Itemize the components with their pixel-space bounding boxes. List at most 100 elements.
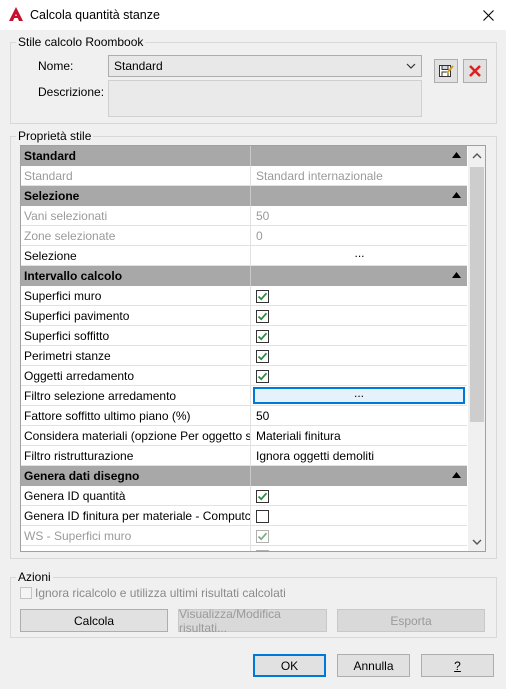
close-button[interactable] <box>470 0 506 30</box>
view-modify-results-button[interactable]: Visualizza/Modifica risultati... <box>178 607 327 635</box>
style-group-title: Stile calcolo Roombook <box>16 35 146 49</box>
property-label: Genera ID finitura per materiale - Compu… <box>21 506 251 526</box>
property-checkbox[interactable] <box>256 529 269 543</box>
property-value[interactable]: Ignora oggetti demoliti <box>252 446 467 466</box>
property-row[interactable]: Superfici muro <box>21 286 467 306</box>
category-row[interactable]: Standard <box>21 146 467 166</box>
property-checkbox-cell[interactable] <box>252 306 467 326</box>
category-row[interactable]: Selezione <box>21 186 467 206</box>
property-checkbox[interactable] <box>256 289 269 303</box>
property-checkbox[interactable] <box>256 309 269 323</box>
property-row[interactable]: Superfici soffitto <box>21 326 467 346</box>
property-checkbox[interactable] <box>256 369 269 383</box>
category-label: Selezione <box>21 186 251 206</box>
scroll-down-icon[interactable] <box>472 538 482 546</box>
property-label: Standard <box>21 166 251 186</box>
name-label: Nome: <box>38 59 74 73</box>
property-row[interactable]: Filtro selezione arredamento... <box>21 386 467 406</box>
property-row[interactable]: Perimetri stanze <box>21 346 467 366</box>
property-value[interactable]: Materiali finitura <box>252 426 467 446</box>
property-label: Filtro ristrutturazione <box>21 446 251 466</box>
property-row[interactable]: Fattore soffitto ultimo piano (%) 50 <box>21 406 467 426</box>
property-checkbox-cell[interactable] <box>252 346 467 366</box>
description-field[interactable] <box>108 80 422 117</box>
property-value: Standard internazionale <box>256 169 383 183</box>
checkmark-icon <box>257 372 268 381</box>
property-row[interactable]: Standard Standard internazionale <box>21 166 467 186</box>
selection-ellipsis-button[interactable]: ... <box>252 246 467 266</box>
property-checkbox-cell[interactable] <box>252 486 467 506</box>
property-checkbox-cell[interactable] <box>252 286 467 306</box>
collapse-triangle-icon[interactable] <box>452 152 461 158</box>
category-row[interactable]: Genera dati disegno <box>21 466 467 486</box>
property-label: Zone selezionate <box>21 226 251 246</box>
category-collapse[interactable] <box>252 146 467 166</box>
property-row[interactable]: Considera materiali (opzione Per oggetto… <box>21 426 467 446</box>
property-row[interactable]: Selezione... <box>21 246 467 266</box>
help-button[interactable]: ? <box>421 654 494 677</box>
property-row[interactable]: Zone selezionate 0 <box>21 226 467 246</box>
property-checkbox[interactable] <box>256 489 269 503</box>
property-row[interactable]: Vani selezionati 50 <box>21 206 467 226</box>
property-checkbox-cell[interactable] <box>252 526 467 546</box>
delete-style-button[interactable] <box>463 59 487 83</box>
save-style-button[interactable] <box>434 59 458 83</box>
furniture-filter-ellipsis-button[interactable]: ... <box>253 387 465 404</box>
property-checkbox-cell[interactable] <box>252 506 467 526</box>
property-label: Considera materiali (opzione Per oggetto… <box>21 426 251 446</box>
property-checkbox[interactable] <box>256 329 269 343</box>
property-checkbox-cell[interactable] <box>252 326 467 346</box>
property-checkbox[interactable] <box>256 549 269 552</box>
calculate-button[interactable]: Calcola <box>20 609 168 632</box>
checkmark-icon <box>257 332 268 341</box>
collapse-triangle-icon[interactable] <box>452 192 461 198</box>
collapse-triangle-icon[interactable] <box>452 272 461 278</box>
close-icon <box>482 9 494 21</box>
category-row[interactable]: Intervallo calcolo <box>21 266 467 286</box>
save-edit-icon <box>439 65 454 77</box>
property-row[interactable]: Genera ID quantità <box>21 486 467 506</box>
cancel-button[interactable]: Annulla <box>337 654 410 677</box>
category-collapse[interactable] <box>252 186 467 206</box>
actions-group-title: Azioni <box>16 570 53 584</box>
property-label: WS - Superfici muro <box>21 526 251 546</box>
property-checkbox-cell[interactable] <box>252 546 467 552</box>
category-label: Standard <box>21 146 251 166</box>
description-label: Descrizione: <box>38 85 105 99</box>
property-value[interactable]: 50 <box>252 406 467 426</box>
property-grid[interactable]: Standard Standard Standard internazionale S… <box>20 145 486 552</box>
window-title: Calcola quantità stanze <box>30 8 160 22</box>
property-row[interactable]: WS - Superfici muro <box>21 526 467 546</box>
collapse-triangle-icon[interactable] <box>452 472 461 478</box>
autocad-app-icon <box>9 7 23 21</box>
style-name-combo[interactable]: Standard <box>108 55 422 77</box>
property-row[interactable]: Genera ID finitura per materiale - Compu… <box>21 506 467 526</box>
scrollbar-thumb[interactable] <box>470 167 484 422</box>
property-label: Superfici soffitto <box>21 326 251 346</box>
vertical-scrollbar[interactable] <box>468 146 485 551</box>
title-bar: Calcola quantità stanze <box>0 0 506 30</box>
properties-group-title: Proprietà stile <box>16 129 94 143</box>
category-label: Intervallo calcolo <box>21 266 251 286</box>
property-row[interactable]: Oggetti arredamento <box>21 366 467 386</box>
export-button[interactable]: Esporta <box>337 609 485 632</box>
property-value: 0 <box>256 229 263 243</box>
checkmark-icon <box>257 551 268 552</box>
property-row[interactable]: Superfici pavimento <box>21 306 467 326</box>
property-label: Oggetti arredamento <box>21 366 251 386</box>
ok-button[interactable]: OK <box>253 654 326 677</box>
property-checkbox[interactable] <box>256 509 269 523</box>
property-rows: Standard Standard Standard internazionale S… <box>21 146 467 552</box>
furniture-filter-cell[interactable]: ... <box>252 386 467 406</box>
property-checkbox[interactable] <box>256 349 269 363</box>
property-checkbox-cell[interactable] <box>252 366 467 386</box>
property-row[interactable]: Filtro ristrutturazione Ignora oggetti de… <box>21 446 467 466</box>
property-label: Filtro selezione arredamento <box>21 386 251 406</box>
property-label: Superfici pavimento <box>21 306 251 326</box>
ignore-recalc-checkbox[interactable] <box>20 587 32 599</box>
property-row[interactable]: FS - Superfici pavimento <box>21 546 467 552</box>
category-collapse[interactable] <box>252 466 467 486</box>
category-collapse[interactable] <box>252 266 467 286</box>
property-label: Selezione <box>21 246 251 266</box>
scroll-up-icon[interactable] <box>472 152 482 160</box>
